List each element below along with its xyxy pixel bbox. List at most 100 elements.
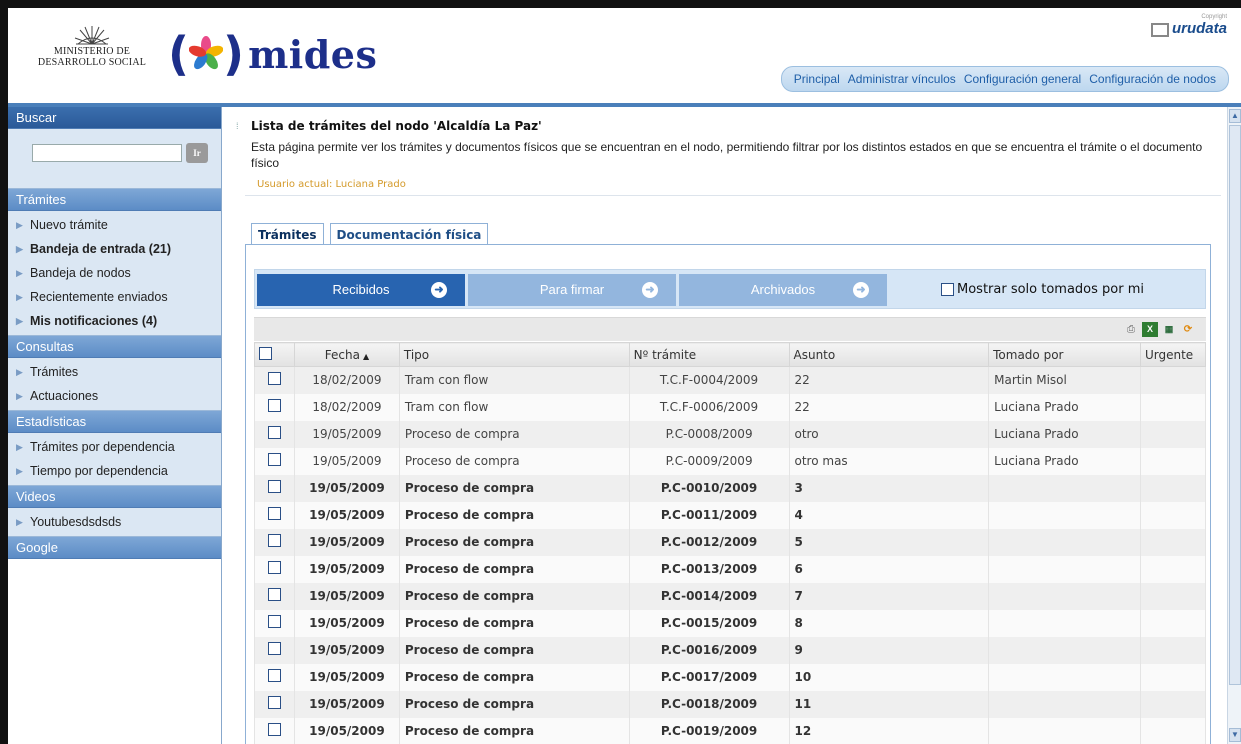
filter-para-firmar-button[interactable]: Para firmar ➜: [468, 274, 676, 306]
excel-export-icon[interactable]: X: [1142, 322, 1158, 337]
cell-asunto: 7: [788, 582, 990, 610]
sidebar-item-tiempo-por-dependencia[interactable]: ▶ Tiempo por dependencia: [8, 459, 221, 483]
print-icon[interactable]: ⎙: [1123, 322, 1139, 337]
only-mine-toggle[interactable]: Mostrar solo tomados por mi: [941, 282, 1144, 297]
cell-numero: P.C-0011/2009: [628, 501, 790, 529]
spreadsheet-export-icon[interactable]: ▦: [1161, 322, 1177, 337]
table-row[interactable]: 19/05/2009 Proceso de compra P.C-0010/2009…: [254, 474, 1207, 502]
table-row[interactable]: 19/05/2009 Proceso de compra P.C-0017/2009…: [254, 663, 1207, 691]
cell-urgente: [1139, 528, 1207, 556]
sidebar-search: Ir: [8, 129, 221, 189]
cell-tomado-por: Luciana Prado: [988, 393, 1141, 421]
cell-tomado-por: Luciana Prado: [988, 420, 1141, 448]
table-row[interactable]: 18/02/2009 Tram con flow T.C.F-0004/2009 22…: [254, 366, 1207, 394]
sidebar-item-consulta-tramites[interactable]: ▶ Trámites: [8, 360, 221, 384]
ministry-logo[interactable]: MINISTERIO DE DESARROLLO SOCIAL: [32, 24, 152, 74]
column-header-numero[interactable]: Nº trámite: [628, 342, 790, 367]
column-header-asunto[interactable]: Asunto: [788, 342, 990, 367]
only-mine-checkbox[interactable]: [941, 283, 954, 296]
row-checkbox[interactable]: [267, 399, 281, 412]
tab-panel-tramites: Recibidos ➜ Para firmar ➜ Archivados ➜ M…: [245, 244, 1211, 744]
search-go-button[interactable]: Ir: [186, 143, 208, 163]
sidebar-item-actuaciones[interactable]: ▶ Actuaciones: [8, 384, 221, 408]
filter-archivados-label: Archivados: [750, 282, 816, 297]
table-row[interactable]: 19/05/2009 Proceso de compra P.C-0015/2009…: [254, 609, 1207, 637]
table-row[interactable]: 19/05/2009 Proceso de compra P.C-0016/2009…: [254, 636, 1207, 664]
table-row[interactable]: 18/02/2009 Tram con flow T.C.F-0006/2009 22…: [254, 393, 1207, 421]
select-all-checkbox[interactable]: [259, 346, 272, 360]
sidebar-heading-google[interactable]: Google: [8, 537, 221, 559]
cell-fecha: 19/05/2009: [293, 717, 400, 744]
sidebar-item-bandeja-entrada[interactable]: ▶ Bandeja de entrada (21): [8, 237, 221, 261]
nav-configuracion-nodos[interactable]: Configuración de nodos: [1089, 72, 1216, 86]
cell-fecha: 19/05/2009: [293, 528, 400, 556]
cell-tomado-por: [988, 636, 1141, 664]
table-row[interactable]: 19/05/2009 Proceso de compra P.C-0019/2009…: [254, 717, 1207, 744]
table-row[interactable]: 19/05/2009 Proceso de compra P.C-0008/2009…: [254, 420, 1207, 448]
table-row[interactable]: 19/05/2009 Proceso de compra P.C-0014/2009…: [254, 582, 1207, 610]
table-row[interactable]: 19/05/2009 Proceso de compra P.C-0012/2009…: [254, 528, 1207, 556]
row-checkbox[interactable]: [267, 615, 281, 628]
table-row[interactable]: 19/05/2009 Proceso de compra P.C-0011/2009…: [254, 501, 1207, 529]
row-checkbox[interactable]: [267, 507, 281, 520]
nav-configuracion-general[interactable]: Configuración general: [964, 72, 1081, 86]
filter-archivados-button[interactable]: Archivados ➜: [679, 274, 887, 306]
nav-principal[interactable]: Principal: [794, 72, 840, 86]
sidebar-item-tramites-por-dependencia[interactable]: ▶ Trámites por dependencia: [8, 435, 221, 459]
row-checkbox[interactable]: [267, 588, 281, 601]
star-flower-icon: [189, 36, 224, 70]
scroll-down-icon[interactable]: ▼: [1229, 728, 1241, 742]
sidebar-item-bandeja-nodos[interactable]: ▶ Bandeja de nodos: [8, 261, 221, 285]
row-checkbox[interactable]: [267, 696, 281, 709]
row-checkbox[interactable]: [267, 453, 281, 466]
row-checkbox[interactable]: [267, 723, 281, 736]
sidebar-heading-videos: Videos: [8, 486, 221, 508]
cell-tomado-por: [988, 528, 1141, 556]
grid-tools: ⎙ X ▦ ⟳: [1123, 322, 1196, 337]
search-input[interactable]: [32, 144, 182, 162]
row-checkbox[interactable]: [267, 480, 281, 493]
sidebar-section-videos: ▶ Youtubesdsdsds: [8, 508, 221, 537]
table-row[interactable]: 19/05/2009 Proceso de compra P.C-0018/2009…: [254, 690, 1207, 718]
filter-recibidos-button[interactable]: Recibidos ➜: [257, 274, 465, 306]
cell-tomado-por: Martin Misol: [988, 366, 1141, 394]
cell-urgente: [1139, 474, 1207, 502]
scroll-thumb[interactable]: [1229, 125, 1241, 685]
nav-administrar-vinculos[interactable]: Administrar vínculos: [848, 72, 956, 86]
cell-tipo: Proceso de compra: [398, 420, 630, 448]
cell-tipo: Tram con flow: [398, 393, 630, 421]
column-header-tomado-por[interactable]: Tomado por: [988, 342, 1141, 367]
ministry-name-line1: MINISTERIO DE: [53, 46, 131, 57]
column-header-fecha[interactable]: Fecha ▲: [293, 342, 400, 367]
copyright-logo: Copyright urudata: [1150, 14, 1227, 37]
scroll-up-icon[interactable]: ▲: [1229, 109, 1241, 123]
title-bullet-icon: ⁞: [236, 121, 239, 131]
row-checkbox[interactable]: [267, 534, 281, 547]
refresh-icon[interactable]: ⟳: [1180, 322, 1196, 337]
cell-asunto: otro: [788, 420, 990, 448]
tab-documentacion-fisica[interactable]: Documentación física: [329, 223, 489, 245]
cell-urgente: [1139, 690, 1207, 718]
cell-urgente: [1139, 393, 1207, 421]
tab-tramites[interactable]: Trámites: [251, 223, 324, 246]
row-checkbox[interactable]: [267, 642, 281, 655]
row-checkbox[interactable]: [267, 561, 281, 574]
column-header-urgente[interactable]: Urgente: [1139, 342, 1207, 367]
table-row[interactable]: 19/05/2009 Proceso de compra P.C-0009/2009…: [254, 447, 1207, 475]
triangle-right-icon: ▶: [16, 517, 23, 527]
row-checkbox[interactable]: [267, 669, 281, 682]
row-checkbox[interactable]: [267, 426, 281, 439]
sort-ascending-icon: ▲: [362, 351, 370, 361]
table-row[interactable]: 19/05/2009 Proceso de compra P.C-0013/2009…: [254, 555, 1207, 583]
sidebar-item-mis-notificaciones[interactable]: ▶ Mis notificaciones (4): [8, 309, 221, 333]
vertical-scrollbar[interactable]: ▲ ▼: [1227, 107, 1241, 744]
row-checkbox-cell: [254, 663, 295, 691]
sidebar-item-youtube[interactable]: ▶ Youtubesdsdsds: [8, 510, 221, 534]
row-checkbox[interactable]: [267, 372, 281, 386]
cell-numero: P.C-0010/2009: [628, 474, 790, 502]
sidebar-item-recientemente-enviados[interactable]: ▶ Recientemente enviados: [8, 285, 221, 309]
sidebar-item-nuevo-tramite[interactable]: ▶ Nuevo trámite: [8, 213, 221, 237]
cell-tomado-por: [988, 501, 1141, 529]
mides-logo[interactable]: ( ) mides: [168, 26, 377, 82]
column-header-tipo[interactable]: Tipo: [398, 342, 630, 367]
